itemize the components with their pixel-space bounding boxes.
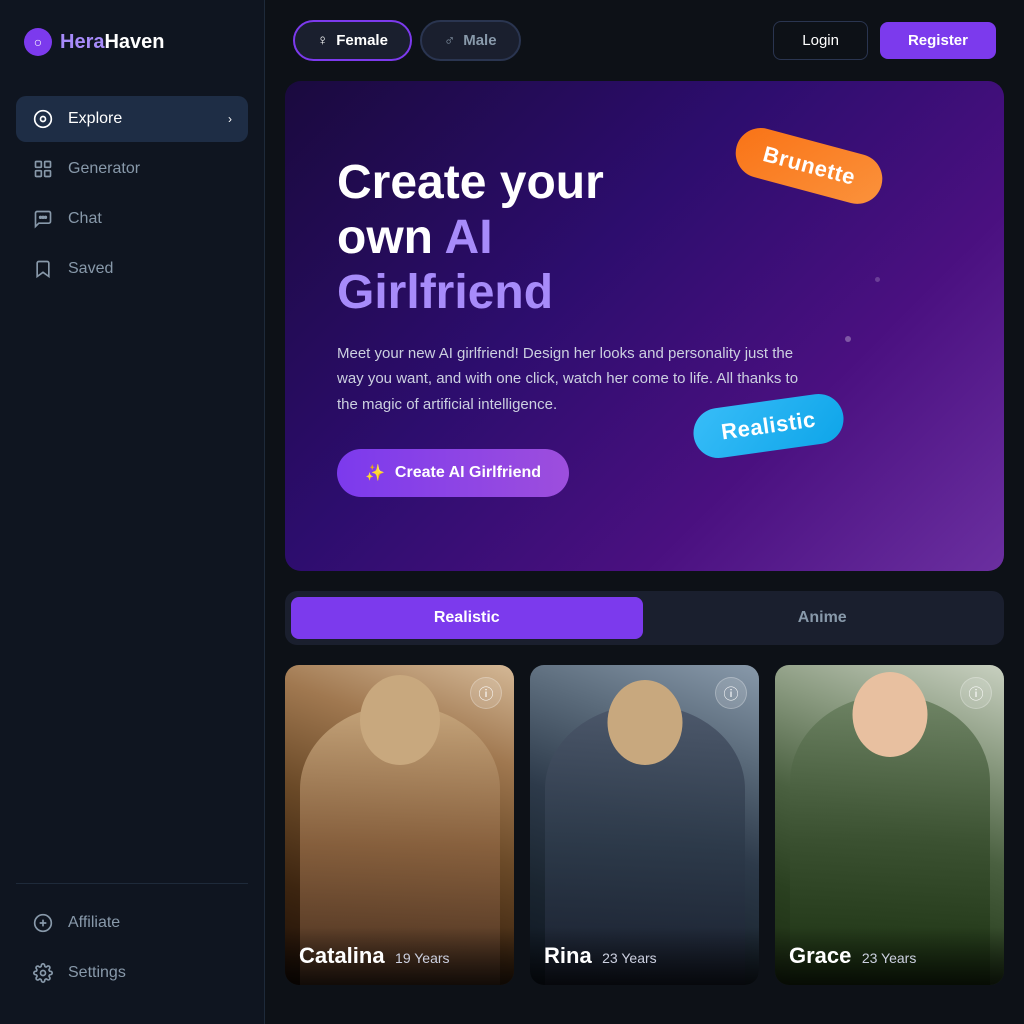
generator-icon xyxy=(32,158,54,180)
hero-description: Meet your new AI girlfriend! Design her … xyxy=(337,341,813,418)
sidebar: ○ HeraHaven Explore › Generator Chat xyxy=(0,0,265,1024)
content-tabs: Realistic Anime xyxy=(285,591,1004,645)
sidebar-item-generator[interactable]: Generator xyxy=(16,146,248,192)
saved-label: Saved xyxy=(68,260,113,278)
tab-anime[interactable]: Anime xyxy=(647,597,999,639)
chevron-right-icon: › xyxy=(228,112,232,126)
settings-icon xyxy=(32,962,54,984)
create-label: Create AI Girlfriend xyxy=(395,464,541,482)
saved-icon xyxy=(32,258,54,280)
card-rina-info-button[interactable]: ⓘ xyxy=(715,677,747,709)
page-header: ♀ Female ♂ Male Login Register xyxy=(265,0,1024,81)
card-grace-age: 23 Years xyxy=(862,950,917,966)
content-tabs-section: Realistic Anime xyxy=(285,591,1004,645)
cards-grid: ⓘ Catalina 19 Years ⓘ Rina 23 Years xyxy=(285,665,1004,985)
card-grace-label: Grace 23 Years xyxy=(775,927,1004,985)
logo-text: HeraHaven xyxy=(60,31,165,54)
card-catalina[interactable]: ⓘ Catalina 19 Years xyxy=(285,665,514,985)
gender-toggle: ♀ Female ♂ Male xyxy=(293,20,521,61)
female-button[interactable]: ♀ Female xyxy=(293,20,412,61)
generator-label: Generator xyxy=(68,160,140,178)
explore-label: Explore xyxy=(68,110,122,128)
affiliate-label: Affiliate xyxy=(68,914,120,932)
male-button[interactable]: ♂ Male xyxy=(420,20,521,61)
main-content: ♀ Female ♂ Male Login Register Create yo… xyxy=(265,0,1024,1024)
card-rina-age: 23 Years xyxy=(602,950,657,966)
chat-icon xyxy=(32,208,54,230)
hero-content: Create your own AIGirlfriend Meet your n… xyxy=(285,107,865,545)
male-label: Male xyxy=(463,32,496,49)
hero-title: Create your own AIGirlfriend xyxy=(337,155,813,321)
logo-hera: Hera xyxy=(60,31,104,53)
create-ai-girlfriend-button[interactable]: ✨ Create AI Girlfriend xyxy=(337,449,569,497)
hero-title-line1: Create your xyxy=(337,156,604,209)
sidebar-item-chat[interactable]: Chat xyxy=(16,196,248,242)
logo-icon: ○ xyxy=(24,28,52,56)
card-catalina-label: Catalina 19 Years xyxy=(285,927,514,985)
female-label: Female xyxy=(336,32,388,49)
sidebar-item-explore[interactable]: Explore › xyxy=(16,96,248,142)
sidebar-item-affiliate[interactable]: Affiliate xyxy=(16,900,248,946)
card-catalina-age: 19 Years xyxy=(395,950,450,966)
logo: ○ HeraHaven xyxy=(16,28,248,56)
male-icon: ♂ xyxy=(444,32,455,49)
sidebar-item-saved[interactable]: Saved xyxy=(16,246,248,292)
card-rina-label: Rina 23 Years xyxy=(530,927,759,985)
card-grace-info-button[interactable]: ⓘ xyxy=(960,677,992,709)
affiliate-icon xyxy=(32,912,54,934)
register-button[interactable]: Register xyxy=(880,22,996,59)
female-icon: ♀ xyxy=(317,32,328,49)
login-button[interactable]: Login xyxy=(773,21,868,60)
chat-label: Chat xyxy=(68,210,102,228)
explore-icon xyxy=(32,108,54,130)
tab-realistic[interactable]: Realistic xyxy=(291,597,643,639)
hero-title-gf: Girlfriend xyxy=(337,266,553,319)
sidebar-bottom: Affiliate Settings xyxy=(16,883,248,996)
hero-banner: Create your own AIGirlfriend Meet your n… xyxy=(285,81,1004,571)
logo-haven: Haven xyxy=(104,31,164,53)
card-grace[interactable]: ⓘ Grace 23 Years xyxy=(775,665,1004,985)
card-rina[interactable]: ⓘ Rina 23 Years xyxy=(530,665,759,985)
main-nav: Explore › Generator Chat Saved xyxy=(16,96,248,883)
hero-title-line2: own xyxy=(337,211,445,264)
card-grace-name: Grace xyxy=(789,943,851,968)
card-catalina-info-button[interactable]: ⓘ xyxy=(470,677,502,709)
settings-label: Settings xyxy=(68,964,126,982)
card-rina-name: Rina xyxy=(544,943,592,968)
wand-icon: ✨ xyxy=(365,463,385,483)
sidebar-item-settings[interactable]: Settings xyxy=(16,950,248,996)
card-catalina-name: Catalina xyxy=(299,943,385,968)
